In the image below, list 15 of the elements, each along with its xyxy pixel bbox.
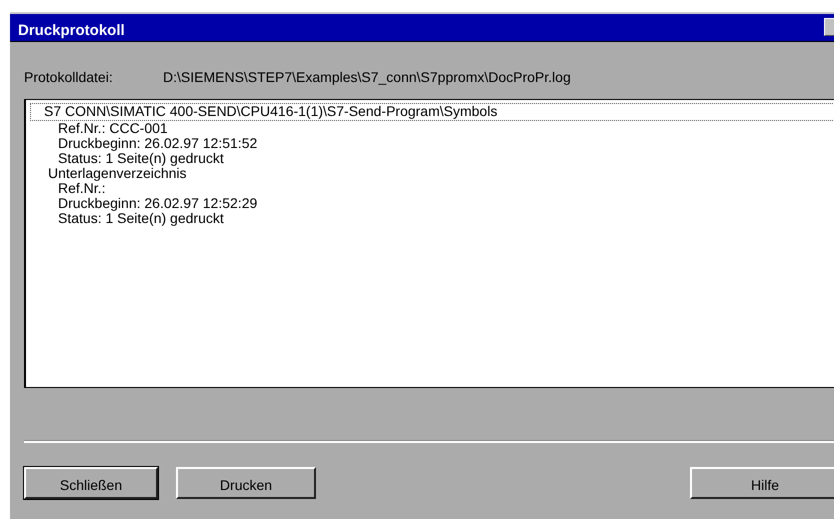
dialog-button[interactable]: Drucken — [176, 467, 316, 499]
list-item[interactable]: Status: 1 Seite(n) gedruckt — [26, 211, 834, 226]
list-item[interactable]: Status: 1 Seite(n) gedruckt — [26, 151, 834, 166]
log-list[interactable] — [24, 99, 834, 388]
list-item[interactable]: Druckbeginn: 26.02.97 12:52:29 — [26, 196, 834, 211]
list-item[interactable]: Druckbeginn: 26.02.97 12:51:52 — [26, 136, 834, 151]
log-file-path: D:\SIEMENS\STEP7\Examples\S7_conn\S7ppromx\DocProPr.log — [163, 69, 571, 85]
list-item[interactable]: S7 CONN\SIMATIC 400-SEND\CPU416-1(1)\S7-Send-Program\Symbols — [30, 103, 834, 121]
list-item[interactable]: Ref.Nr.: CCC-001 — [26, 121, 834, 136]
list-item[interactable]: Unterlagenverzeichnis — [30, 166, 834, 181]
dialog-button[interactable]: Schließen — [24, 467, 158, 499]
window-title: Druckprotokoll — [18, 22, 125, 39]
list-item[interactable]: Ref.Nr.: — [26, 181, 834, 196]
log-file-label: Protokolldatei: — [24, 69, 114, 85]
dialog-button[interactable]: Hilfe — [690, 467, 834, 499]
